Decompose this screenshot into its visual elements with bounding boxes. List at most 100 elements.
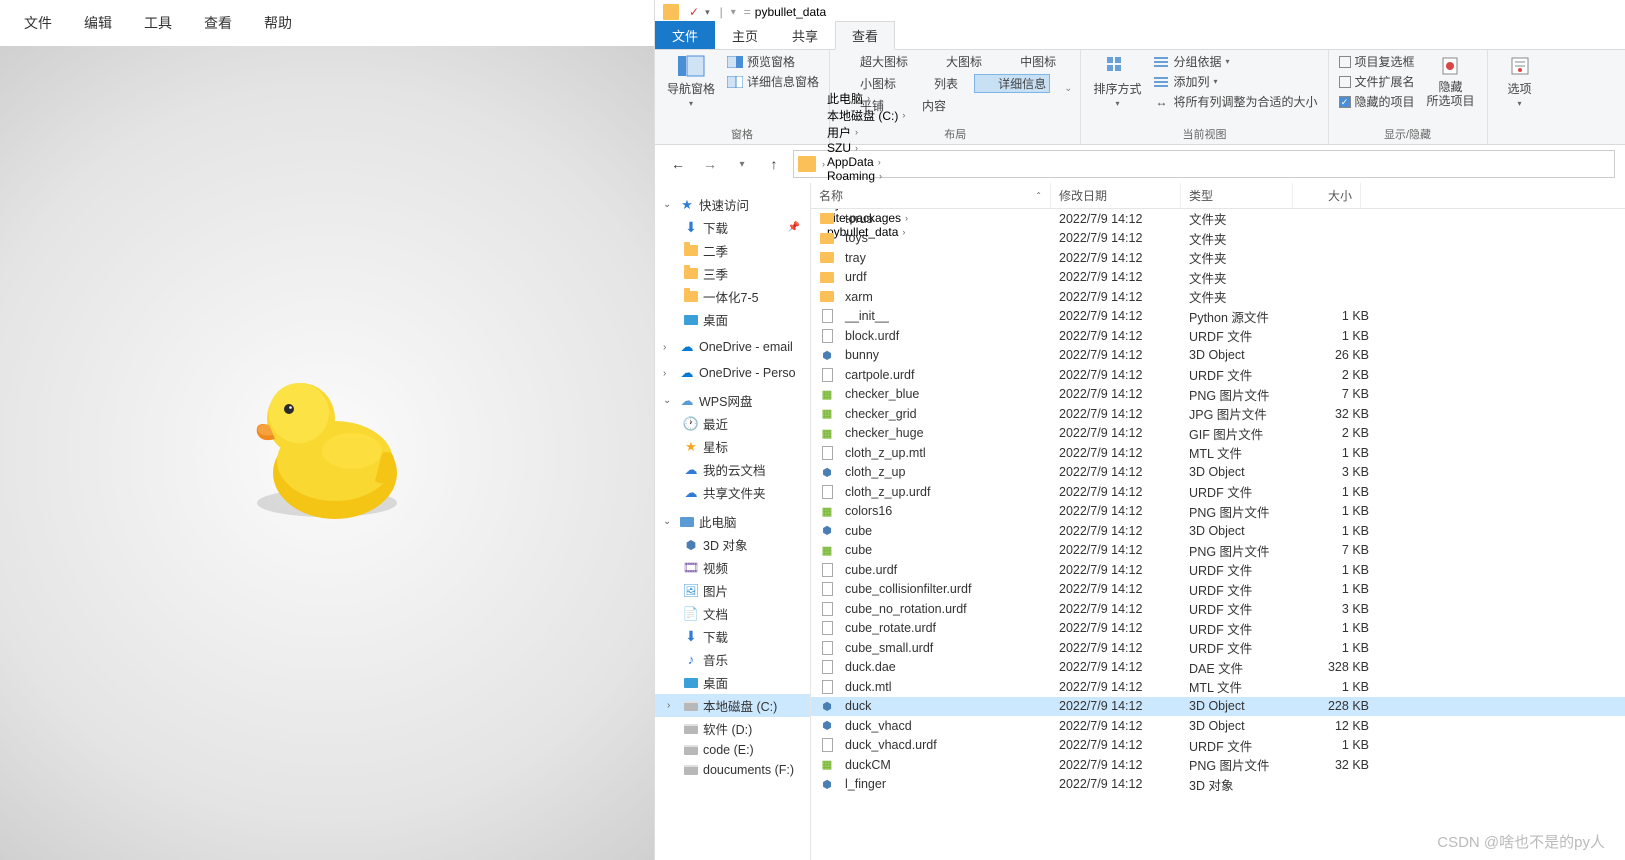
sort-by-button[interactable]: 排序方式 ▾ — [1089, 52, 1145, 110]
sidebar-desktop[interactable]: 桌面 — [655, 671, 810, 694]
file-row[interactable]: ⬢cloth_z_up 2022/7/9 14:12 3D Object 3 K… — [811, 463, 1625, 483]
file-row[interactable]: ▦duckCM 2022/7/9 14:12 PNG 图片文件 32 KB — [811, 755, 1625, 775]
file-row[interactable]: cartpole.urdf 2022/7/9 14:12 URDF 文件 2 K… — [811, 365, 1625, 385]
file-row[interactable]: ⬢bunny 2022/7/9 14:12 3D Object 26 KB — [811, 346, 1625, 366]
file-row[interactable]: cube_rotate.urdf 2022/7/9 14:12 URDF 文件 … — [811, 619, 1625, 639]
nav-pane-button[interactable]: 导航窗格 ▾ — [663, 52, 719, 110]
sidebar-soft-d[interactable]: 软件 (D:) — [655, 717, 810, 740]
group-by-button[interactable]: 分组依据▾ — [1151, 52, 1319, 71]
sidebar-item[interactable]: 二季 — [655, 239, 810, 262]
medium-icons-button[interactable]: 中图标 — [998, 52, 1058, 71]
details-button[interactable]: 详细信息 — [974, 74, 1050, 93]
sidebar-quick-access[interactable]: ⌄★快速访问 — [655, 193, 810, 216]
sidebar-music[interactable]: ♪音乐 — [655, 648, 810, 671]
options-button[interactable]: 选项 ▾ — [1496, 52, 1544, 110]
layout-expand-icon[interactable]: ⌄ — [1064, 83, 1072, 94]
hidden-items-toggle[interactable]: ✓隐藏的项目 — [1337, 92, 1417, 111]
file-row[interactable]: duck_vhacd.urdf 2022/7/9 14:12 URDF 文件 1… — [811, 736, 1625, 756]
file-row[interactable]: ⬢duck_vhacd 2022/7/9 14:12 3D Object 12 … — [811, 716, 1625, 736]
column-name[interactable]: 名称⌃ — [811, 183, 1051, 208]
sidebar-this-pc[interactable]: ⌄此电脑 — [655, 510, 810, 533]
sidebar-3d-objects[interactable]: ⬢3D 对象 — [655, 533, 810, 556]
breadcrumb-item[interactable]: SZU› — [827, 141, 908, 155]
sidebar-shared[interactable]: ☁共享文件夹 — [655, 481, 810, 504]
crumb-sep[interactable]: › — [822, 159, 825, 169]
qat-icon[interactable]: ✓ — [689, 5, 699, 19]
file-row[interactable]: duck.mtl 2022/7/9 14:12 MTL 文件 1 KB — [811, 677, 1625, 697]
file-row[interactable]: ⬢cube 2022/7/9 14:12 3D Object 1 KB — [811, 521, 1625, 541]
3d-canvas[interactable] — [0, 46, 654, 860]
details-pane-button[interactable]: 详细信息窗格 — [725, 72, 821, 91]
menu-view[interactable]: 查看 — [188, 13, 248, 33]
menu-file[interactable]: 文件 — [8, 13, 68, 33]
add-columns-button[interactable]: 添加列▾ — [1151, 72, 1319, 91]
large-icons-button[interactable]: 大图标 — [924, 52, 984, 71]
column-date[interactable]: 修改日期 — [1051, 183, 1181, 208]
sidebar-downloads[interactable]: ⬇下载📌 — [655, 216, 810, 239]
file-row[interactable]: ⬢l_finger 2022/7/9 14:12 3D 对象 — [811, 775, 1625, 795]
hide-selected-button[interactable]: 隐藏 所选项目 — [1423, 52, 1479, 111]
up-button[interactable]: ↑ — [761, 151, 787, 177]
tab-home[interactable]: 主页 — [715, 21, 775, 49]
sidebar-videos[interactable]: 🎞视频 — [655, 556, 810, 579]
breadcrumb-item[interactable]: 用户› — [827, 124, 908, 141]
sidebar-code-e[interactable]: code (E:) — [655, 740, 810, 760]
tab-view[interactable]: 查看 — [835, 21, 895, 50]
file-row[interactable]: cloth_z_up.mtl 2022/7/9 14:12 MTL 文件 1 K… — [811, 443, 1625, 463]
sidebar-cloud-docs[interactable]: ☁我的云文档 — [655, 458, 810, 481]
sidebar-wps[interactable]: ⌄☁WPS网盘 — [655, 389, 810, 412]
address-bar[interactable]: › 此电脑›本地磁盘 (C:)›用户›SZU›AppData›Roaming›P… — [793, 150, 1615, 178]
sidebar-item[interactable]: 三季 — [655, 262, 810, 285]
file-row[interactable]: __init__ 2022/7/9 14:12 Python 源文件 1 KB — [811, 307, 1625, 327]
breadcrumb-item[interactable]: 本地磁盘 (C:)› — [827, 107, 908, 124]
recent-locations-button[interactable]: ▾ — [729, 151, 755, 177]
breadcrumb-item[interactable]: 此电脑› — [827, 90, 908, 107]
column-type[interactable]: 类型 — [1181, 183, 1293, 208]
column-size[interactable]: 大小 — [1293, 183, 1361, 208]
file-row[interactable]: xarm 2022/7/9 14:12 文件夹 — [811, 287, 1625, 307]
file-row[interactable]: cube_collisionfilter.urdf 2022/7/9 14:12… — [811, 580, 1625, 600]
file-row[interactable]: duck.dae 2022/7/9 14:12 DAE 文件 328 KB — [811, 658, 1625, 678]
sidebar-downloads[interactable]: ⬇下载 — [655, 625, 810, 648]
back-button[interactable]: ← — [665, 151, 691, 177]
menu-help[interactable]: 帮助 — [248, 13, 308, 33]
list-button[interactable]: 列表 — [912, 74, 960, 93]
sidebar-documents[interactable]: 📄文档 — [655, 602, 810, 625]
sidebar-tree[interactable]: ⌄★快速访问 ⬇下载📌 二季 三季 一体化7-5 桌面 ›☁OneDrive -… — [655, 183, 811, 860]
menu-tools[interactable]: 工具 — [128, 13, 188, 33]
size-columns-button[interactable]: ↔将所有列调整为合适的大小 — [1151, 92, 1319, 111]
extra-large-icons-button[interactable]: 超大图标 — [838, 52, 910, 71]
sidebar-local-c[interactable]: ›本地磁盘 (C:) — [655, 694, 810, 717]
checkboxes-toggle[interactable]: 项目复选框 — [1337, 52, 1417, 71]
sidebar-item[interactable]: 一体化7-5 — [655, 285, 810, 308]
sidebar-starred[interactable]: ★星标 — [655, 435, 810, 458]
file-row[interactable]: urdf 2022/7/9 14:12 文件夹 — [811, 268, 1625, 288]
file-row[interactable]: ⬢duck 2022/7/9 14:12 3D Object 228 KB — [811, 697, 1625, 717]
breadcrumb-item[interactable]: AppData› — [827, 155, 908, 169]
file-row[interactable]: cube_small.urdf 2022/7/9 14:12 URDF 文件 1… — [811, 638, 1625, 658]
menu-edit[interactable]: 编辑 — [68, 13, 128, 33]
file-row[interactable]: cube_no_rotation.urdf 2022/7/9 14:12 URD… — [811, 599, 1625, 619]
file-row[interactable]: ▦checker_blue 2022/7/9 14:12 PNG 图片文件 7 … — [811, 385, 1625, 405]
sidebar-onedrive-personal[interactable]: ›☁OneDrive - Perso — [655, 363, 810, 383]
sidebar-pictures[interactable]: 🖼图片 — [655, 579, 810, 602]
chevron-down-icon[interactable]: ▾ — [731, 7, 736, 18]
sidebar-recent[interactable]: 🕐最近 — [655, 412, 810, 435]
file-row[interactable]: torus 2022/7/9 14:12 文件夹 — [811, 209, 1625, 229]
file-row[interactable]: toys 2022/7/9 14:12 文件夹 — [811, 229, 1625, 249]
file-row[interactable]: ▦checker_huge 2022/7/9 14:12 GIF 图片文件 2 … — [811, 424, 1625, 444]
sidebar-desktop[interactable]: 桌面 — [655, 308, 810, 331]
tab-file[interactable]: 文件 — [655, 21, 715, 49]
sidebar-onedrive[interactable]: ›☁OneDrive - email — [655, 337, 810, 357]
file-row[interactable]: ▦cube 2022/7/9 14:12 PNG 图片文件 7 KB — [811, 541, 1625, 561]
qat-dropdown-icon[interactable]: ▾ — [705, 7, 710, 18]
file-row[interactable]: ▦checker_grid 2022/7/9 14:12 JPG 图片文件 32… — [811, 404, 1625, 424]
file-row[interactable]: tray 2022/7/9 14:12 文件夹 — [811, 248, 1625, 268]
breadcrumb-item[interactable]: Roaming› — [827, 169, 908, 183]
preview-pane-button[interactable]: 预览窗格 — [725, 52, 821, 71]
tab-share[interactable]: 共享 — [775, 21, 835, 49]
file-list[interactable]: 名称⌃ 修改日期 类型 大小 torus 2022/7/9 14:12 文件夹 … — [811, 183, 1625, 860]
forward-button[interactable]: → — [697, 151, 723, 177]
file-row[interactable]: block.urdf 2022/7/9 14:12 URDF 文件 1 KB — [811, 326, 1625, 346]
file-row[interactable]: ▦colors16 2022/7/9 14:12 PNG 图片文件 1 KB — [811, 502, 1625, 522]
